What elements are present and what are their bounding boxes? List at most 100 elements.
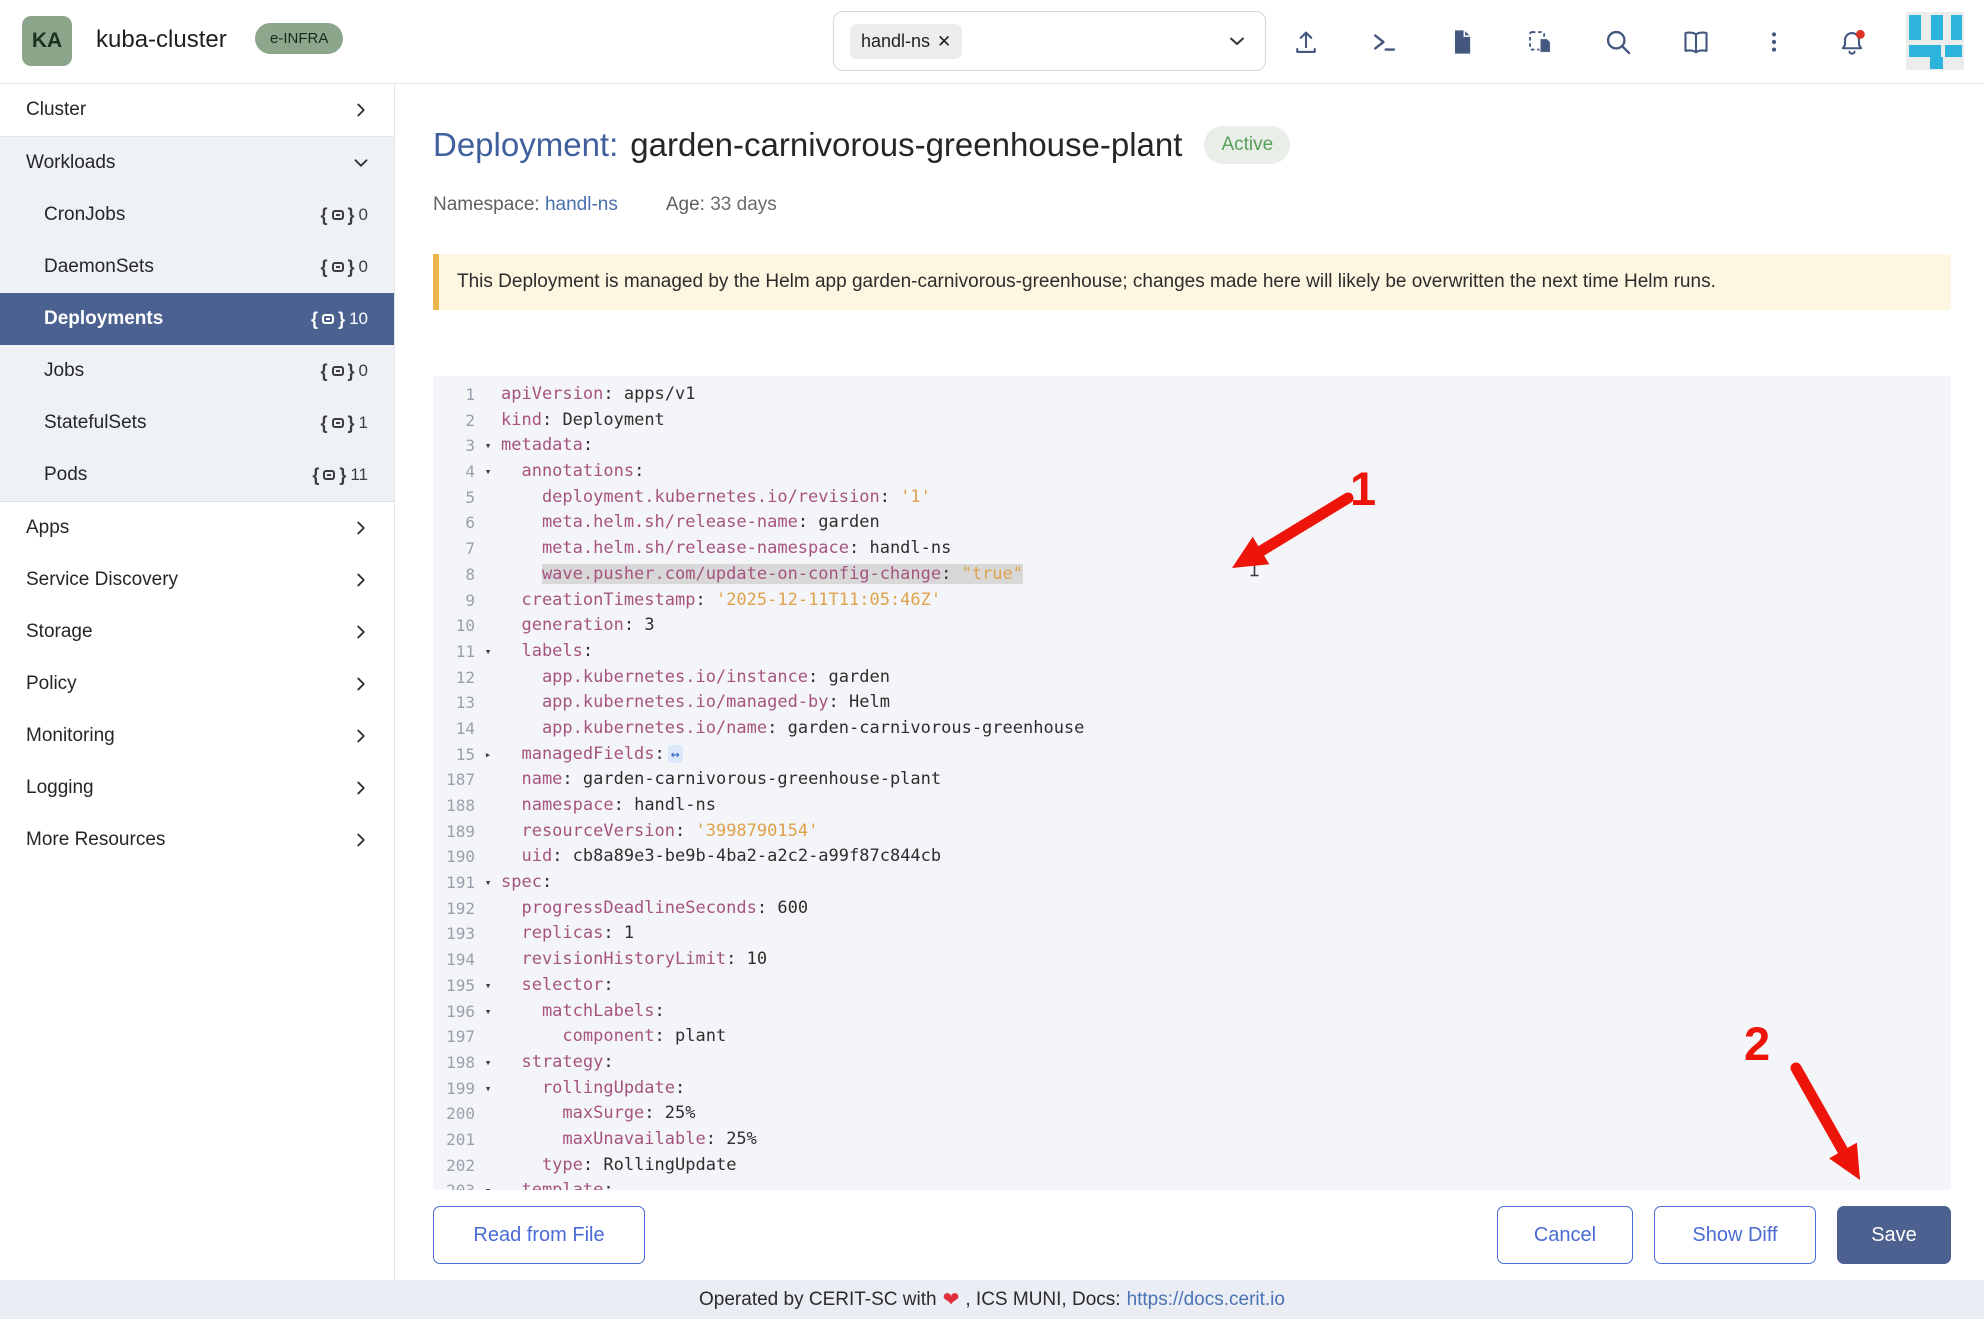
fold-toggle-icon[interactable]: ▾ [475, 459, 501, 485]
fold-toggle-icon[interactable]: ▾ [475, 639, 501, 665]
sidebar-item-service-discovery[interactable]: Service Discovery [0, 554, 394, 606]
sidebar-item-cronjobs[interactable]: CronJobs{} 0 [0, 189, 394, 241]
sidebar-item-statefulsets[interactable]: StatefulSets{} 1 [0, 397, 394, 449]
yaml-line[interactable]: 11▾labels: [433, 639, 1951, 665]
line-number: 10 [433, 613, 475, 639]
yaml-line[interactable]: 190uid: cb8a89e3-be9b-4ba2-a2c2-a99f87c8… [433, 844, 1951, 870]
line-number: 203 [433, 1178, 475, 1190]
chevron-right-icon[interactable] [350, 517, 372, 539]
sidebar-item-logging[interactable]: Logging [0, 762, 394, 814]
line-number: 187 [433, 767, 475, 793]
yaml-code: metadata: [501, 433, 593, 459]
yaml-line[interactable]: 8wave.pusher.com/update-on-config-change… [433, 562, 1951, 588]
yaml-line[interactable]: 6meta.helm.sh/release-name: garden [433, 510, 1951, 536]
yaml-line[interactable]: 191▾spec: [433, 870, 1951, 896]
yaml-line[interactable]: 189resourceVersion: '3998790154' [433, 819, 1951, 845]
yaml-line[interactable]: 200maxSurge: 25% [433, 1101, 1951, 1127]
chevron-right-icon[interactable] [350, 569, 372, 591]
read-from-file-button[interactable]: Read from File [433, 1206, 645, 1264]
fold-toggle-icon[interactable]: ▾ [475, 973, 501, 999]
muni-logo[interactable] [1906, 12, 1964, 70]
yaml-line[interactable]: 199▾rollingUpdate: [433, 1076, 1951, 1102]
notifications-bell-icon[interactable] [1838, 28, 1866, 56]
sidebar-item-more-resources[interactable]: More Resources [0, 814, 394, 866]
yaml-line[interactable]: 15▸managedFields:↔ [433, 742, 1951, 768]
editor-action-bar: Read from File Cancel Show Diff Save [433, 1206, 1951, 1264]
namespace-filter-dropdown[interactable]: handl-ns ✕ [833, 11, 1266, 71]
yaml-line[interactable]: 3▾metadata: [433, 433, 1951, 459]
sidebar-item-cluster[interactable]: Cluster [0, 84, 394, 136]
collapsed-fold-widget[interactable]: ↔ [668, 745, 683, 763]
fold-toggle-icon[interactable]: ▾ [475, 999, 501, 1025]
chevron-right-icon[interactable] [350, 621, 372, 643]
kubectl-shell-icon[interactable] [1370, 28, 1398, 56]
namespace-chip[interactable]: handl-ns ✕ [850, 24, 962, 59]
search-icon[interactable] [1604, 28, 1632, 56]
yaml-line[interactable]: 198▾strategy: [433, 1050, 1951, 1076]
sidebar-item-workloads[interactable]: Workloads [0, 137, 394, 189]
sidebar-item-apps[interactable]: Apps [0, 502, 394, 554]
fold-toggle-icon[interactable]: ▾ [475, 1076, 501, 1102]
chevron-right-icon[interactable] [350, 99, 372, 121]
sidebar-item-storage[interactable]: Storage [0, 606, 394, 658]
yaml-editor[interactable]: 1apiVersion: apps/v12kind: Deployment3▾m… [433, 376, 1951, 1190]
yaml-line[interactable]: 14app.kubernetes.io/name: garden-carnivo… [433, 716, 1951, 742]
yaml-line[interactable]: 9creationTimestamp: '2025-12-11T11:05:46… [433, 588, 1951, 614]
yaml-code: component: plant [501, 1024, 726, 1050]
fold-toggle-icon[interactable]: ▾ [475, 1178, 501, 1190]
chevron-right-icon[interactable] [350, 777, 372, 799]
chevron-down-icon[interactable] [1225, 29, 1249, 53]
yaml-line[interactable]: 4▾annotations: [433, 459, 1951, 485]
yaml-line[interactable]: 203▾template: [433, 1178, 1951, 1190]
show-diff-button[interactable]: Show Diff [1654, 1206, 1816, 1264]
yaml-line[interactable]: 197component: plant [433, 1024, 1951, 1050]
fold-toggle-icon[interactable]: ▸ [475, 742, 501, 768]
resource-meta: Namespace: handl-ns Age: 33 days [433, 194, 777, 216]
fold-toggle-icon[interactable]: ▾ [475, 433, 501, 459]
yaml-line[interactable]: 193replicas: 1 [433, 921, 1951, 947]
chevron-right-icon[interactable] [350, 673, 372, 695]
yaml-line[interactable]: 195▾selector: [433, 973, 1951, 999]
sidebar-item-policy[interactable]: Policy [0, 658, 394, 710]
docs-book-icon[interactable] [1682, 28, 1710, 56]
yaml-line[interactable]: 5deployment.kubernetes.io/revision: '1' [433, 485, 1951, 511]
sidebar-item-jobs[interactable]: Jobs{} 0 [0, 345, 394, 397]
yaml-line[interactable]: 2kind: Deployment [433, 408, 1951, 434]
fold-gutter [475, 793, 501, 819]
fold-toggle-icon[interactable]: ▾ [475, 1050, 501, 1076]
upload-icon[interactable] [1292, 28, 1320, 56]
docs-link[interactable]: https://docs.cerit.io [1127, 1289, 1285, 1311]
yaml-line[interactable]: 7meta.helm.sh/release-namespace: handl-n… [433, 536, 1951, 562]
yaml-line[interactable]: 202type: RollingUpdate [433, 1153, 1951, 1179]
resource-count-badge: {} 10 [311, 309, 368, 330]
file-icon[interactable] [1448, 28, 1476, 56]
chevron-right-icon[interactable] [350, 725, 372, 747]
cancel-button[interactable]: Cancel [1497, 1206, 1633, 1264]
fold-toggle-icon[interactable]: ▾ [475, 870, 501, 896]
yaml-line[interactable]: 192progressDeadlineSeconds: 600 [433, 896, 1951, 922]
save-button[interactable]: Save [1837, 1206, 1951, 1264]
yaml-line[interactable]: 1apiVersion: apps/v1 [433, 382, 1951, 408]
chevron-down-icon[interactable] [350, 152, 372, 174]
sidebar-item-daemonsets[interactable]: DaemonSets{} 0 [0, 241, 394, 293]
yaml-line[interactable]: 194revisionHistoryLimit: 10 [433, 947, 1951, 973]
yaml-line[interactable]: 10generation: 3 [433, 613, 1951, 639]
chevron-right-icon[interactable] [350, 829, 372, 851]
sidebar-item-deployments[interactable]: Deployments{} 10 [0, 293, 394, 345]
kebab-menu-icon[interactable] [1760, 28, 1788, 56]
sidebar-item-pods[interactable]: Pods{} 11 [0, 449, 394, 501]
yaml-code: maxSurge: 25% [501, 1101, 696, 1127]
yaml-line[interactable]: 201maxUnavailable: 25% [433, 1127, 1951, 1153]
import-yaml-icon[interactable] [1526, 28, 1554, 56]
line-number: 5 [433, 485, 475, 511]
yaml-line[interactable]: 187 name: garden-carnivorous-greenhouse-p… [433, 767, 1951, 793]
yaml-line[interactable]: 13app.kubernetes.io/managed-by: Helm [433, 690, 1951, 716]
sidebar-item-monitoring[interactable]: Monitoring [0, 710, 394, 762]
remove-namespace-icon[interactable]: ✕ [937, 33, 951, 50]
cluster-avatar[interactable]: KA [22, 16, 72, 66]
yaml-line[interactable]: 188namespace: handl-ns [433, 793, 1951, 819]
yaml-line[interactable]: 12app.kubernetes.io/instance: garden [433, 665, 1951, 691]
yaml-line[interactable]: 196▾matchLabels: [433, 999, 1951, 1025]
namespace-link[interactable]: handl-ns [545, 194, 618, 215]
yaml-code: name: garden-carnivorous-greenhouse-plan… [501, 767, 941, 793]
